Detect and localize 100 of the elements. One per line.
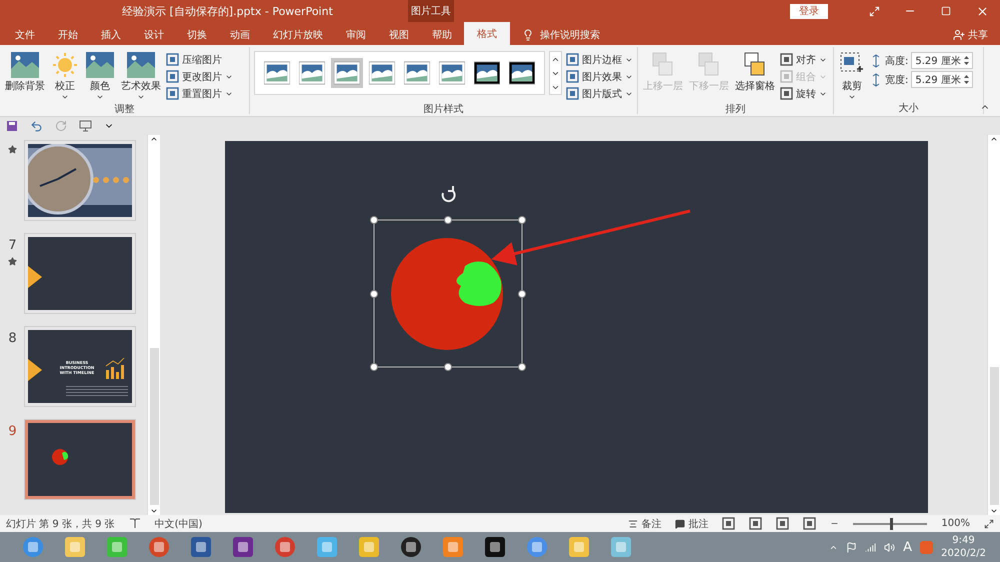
app-icon[interactable]: [484, 536, 506, 558]
ribbon-button[interactable]: 颜色: [84, 51, 116, 101]
search-field[interactable]: 操作说明搜索: [540, 28, 600, 42]
window-title: 经验演示 [自动保存的].pptx - PowerPoint: [122, 4, 334, 18]
ribbon-button[interactable]: 对齐: [780, 51, 827, 68]
style-preview-icon: [404, 61, 430, 85]
ribbon-button[interactable]: 重置图片: [166, 85, 233, 102]
login-button[interactable]: 登录: [790, 4, 828, 18]
spinner-icon[interactable]: [964, 56, 970, 65]
normal-view-icon: [722, 517, 736, 530]
app-icon[interactable]: [190, 536, 212, 558]
flag-icon[interactable]: [846, 542, 858, 552]
tomato-image-drawing[interactable]: [391, 238, 503, 350]
ribbon-button[interactable]: 压缩图片: [166, 51, 233, 68]
language-indicator[interactable]: 中文(中国): [154, 516, 202, 530]
picture-format-icon: [566, 53, 579, 66]
spinner-icon[interactable]: [964, 75, 970, 84]
group-title: 图片样式: [424, 102, 464, 116]
zoom-level[interactable]: 100%: [941, 518, 970, 529]
ribbon-display-icon[interactable]: [868, 6, 880, 16]
input-method-indicator[interactable]: A: [903, 540, 912, 554]
ribbon-button[interactable]: 旋转: [780, 85, 827, 102]
reading-view-icon: [776, 517, 790, 530]
app-icon[interactable]: [400, 536, 422, 558]
volume-icon[interactable]: [884, 542, 896, 552]
style-preview-icon: [299, 61, 325, 85]
ribbon-button[interactable]: 艺术效果: [120, 51, 162, 101]
app-icon[interactable]: [568, 536, 590, 558]
ribbon-tab[interactable]: 审阅: [338, 25, 374, 45]
slide-number: 9: [8, 424, 17, 439]
ribbon-button[interactable]: 图片版式: [566, 85, 633, 102]
context-tab-title: 图片工具: [408, 0, 454, 22]
ribbon-button[interactable]: 选择窗格: [734, 51, 776, 93]
clock[interactable]: 9:49 2020/2/2: [941, 534, 986, 560]
scroll-thumb[interactable]: [150, 348, 158, 505]
scrollbar[interactable]: [987, 135, 1000, 515]
undo-icon[interactable]: [30, 120, 43, 132]
ribbon-tab[interactable]: 开始: [50, 25, 86, 45]
style-preview-icon: [439, 61, 465, 85]
size-field[interactable]: 5.29 厘米: [911, 52, 974, 69]
app-icon[interactable]: [358, 536, 380, 558]
app-icon[interactable]: [610, 536, 632, 558]
spellcheck-icon[interactable]: [128, 518, 141, 529]
picture-format-icon: [566, 87, 579, 100]
scroll-up-icon[interactable]: [990, 135, 998, 143]
scrollbar[interactable]: [147, 135, 160, 515]
close-icon[interactable]: [976, 4, 988, 18]
ribbon-tab[interactable]: 动画: [222, 25, 258, 45]
slide-counter: 幻灯片 第 9 张，共 9 张: [6, 518, 115, 530]
crop-button[interactable]: 裁剪: [838, 51, 866, 101]
dimension-icon: [870, 72, 882, 86]
save-icon[interactable]: [6, 120, 18, 132]
ribbon-button[interactable]: 校正: [50, 51, 80, 101]
ribbon-tab[interactable]: 文件: [7, 25, 43, 45]
text-lines-drawing: [66, 386, 128, 396]
slide-number: 7: [8, 238, 17, 253]
scroll-up-icon[interactable]: [150, 135, 158, 143]
art-effect-icon: [126, 51, 156, 79]
ribbon-tab[interactable]: 幻灯片放映: [265, 25, 331, 45]
fit-slide-icon[interactable]: [984, 518, 994, 528]
ribbon-button[interactable]: 删除背景: [4, 51, 46, 93]
ribbon-tab[interactable]: 格式: [464, 22, 510, 45]
app-icon[interactable]: [64, 536, 86, 558]
group-title: 排列: [726, 102, 746, 116]
ribbon-tab[interactable]: 插入: [93, 25, 129, 45]
zoom-thumb[interactable]: [890, 518, 894, 530]
scroll-thumb[interactable]: [990, 366, 998, 505]
ribbon-tab[interactable]: 视图: [381, 25, 417, 45]
restore-icon[interactable]: [941, 6, 951, 16]
share-button[interactable]: 共享: [968, 28, 988, 42]
gallery-scroll[interactable]: [549, 51, 562, 95]
input-app-icon[interactable]: [920, 540, 934, 554]
signal-icon[interactable]: [865, 542, 876, 552]
chart-icon: [105, 358, 125, 380]
style-preview-icon: [369, 61, 395, 85]
ribbon-button[interactable]: 更改图片: [166, 68, 233, 85]
ribbon-button[interactable]: 图片效果: [566, 68, 633, 85]
ribbon-tab[interactable]: 设计: [136, 25, 172, 45]
arrange-icon: [780, 87, 793, 100]
picture-tool-icon: [166, 87, 179, 100]
notes-button[interactable]: 备注: [641, 516, 662, 530]
size-field[interactable]: 5.29 厘米: [911, 71, 974, 88]
slideshow-view-icon: [803, 517, 816, 530]
style-preview-icon: [264, 61, 290, 85]
style-preview-icon: [474, 61, 500, 85]
style-preview-icon: [334, 61, 360, 85]
slideshow-icon[interactable]: [79, 120, 92, 132]
ribbon-button[interactable]: 图片边框: [566, 51, 633, 68]
picture-icon: [85, 51, 115, 79]
dropdown-caret-icon: [848, 93, 856, 101]
style-gallery[interactable]: [254, 51, 545, 95]
rotate-handle-icon[interactable]: [442, 185, 456, 202]
sun-icon: [51, 51, 79, 79]
ribbon-tab[interactable]: 帮助: [424, 25, 460, 45]
ribbon-tab[interactable]: 切换: [179, 25, 215, 45]
scroll-down-icon[interactable]: [990, 507, 998, 515]
comments-button[interactable]: 批注: [688, 516, 708, 530]
app-icon[interactable]: [232, 536, 254, 558]
dimension-icon: [870, 54, 882, 68]
scroll-down-icon[interactable]: [150, 507, 158, 515]
